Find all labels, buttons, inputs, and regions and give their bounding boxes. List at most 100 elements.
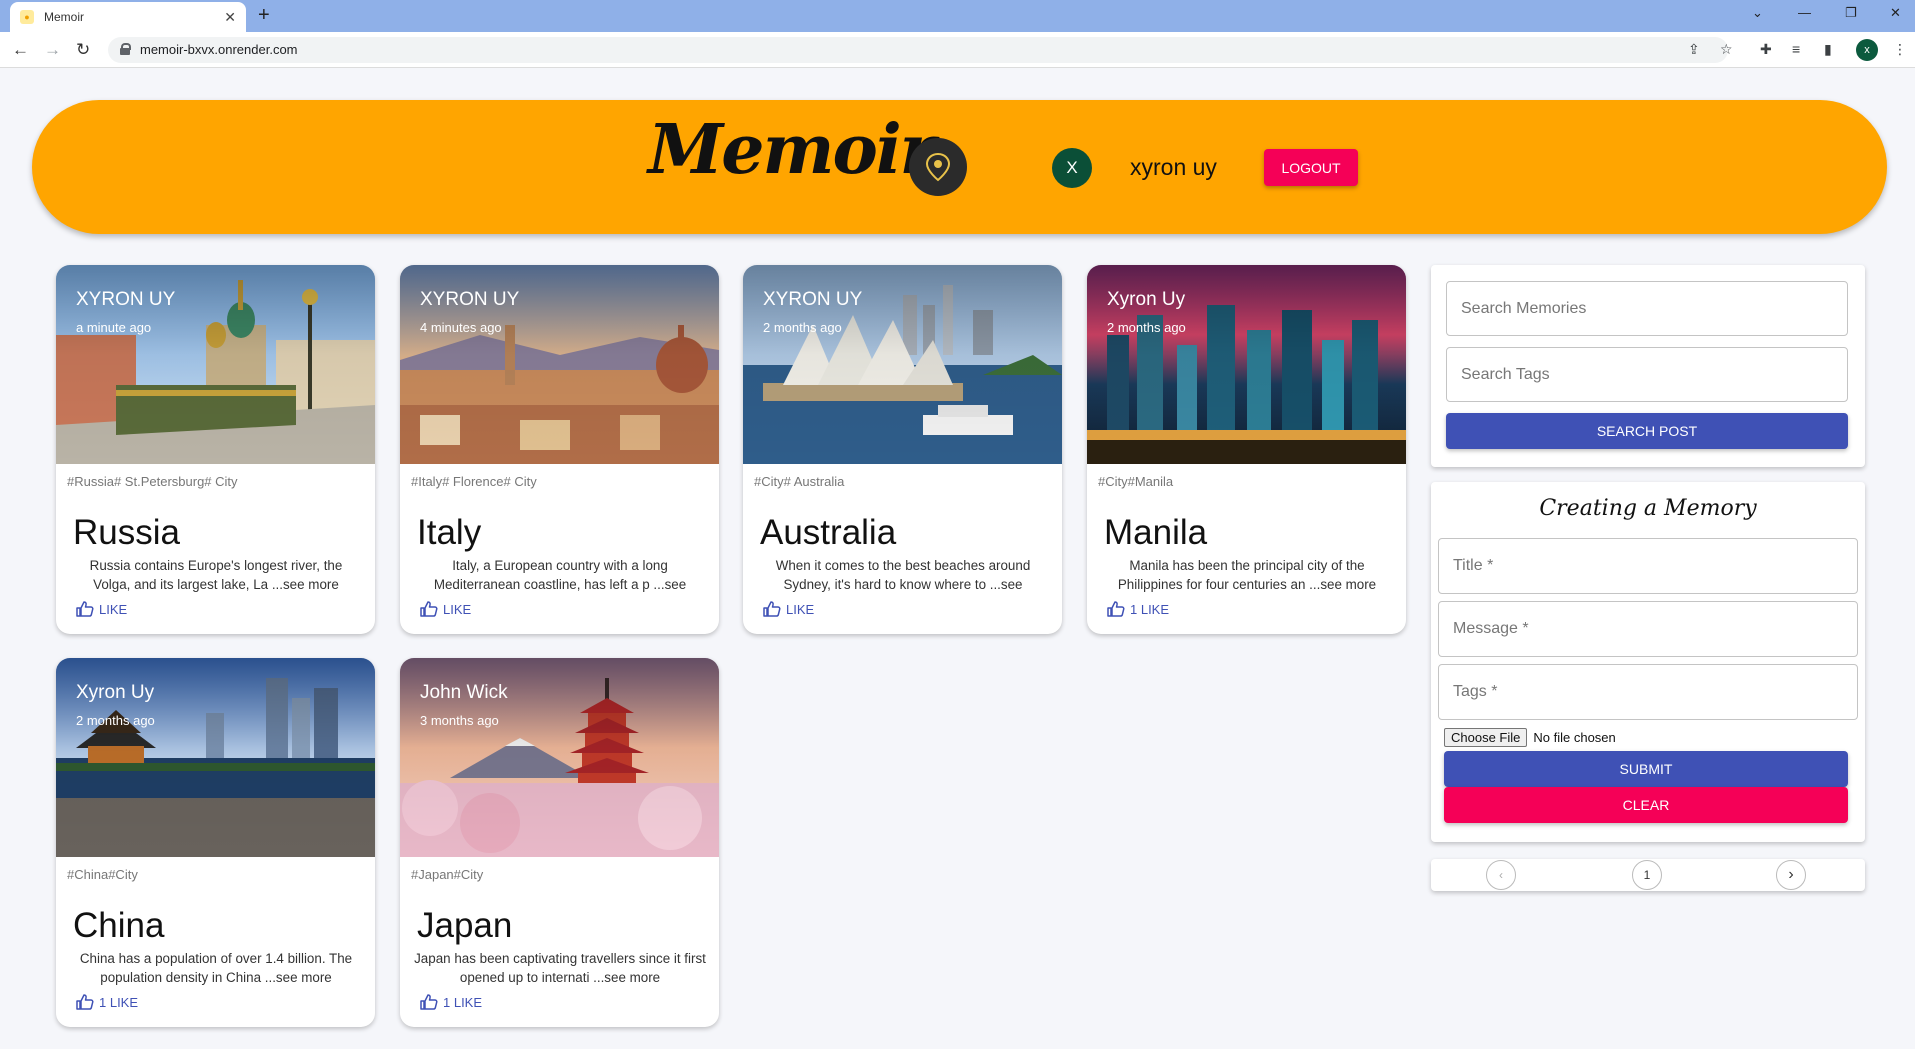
post-title: Japan (417, 906, 513, 945)
post-card[interactable]: Xyron Uy 2 months ago #China#City China … (56, 658, 375, 1027)
user-avatar: X (1052, 148, 1092, 188)
page-1-button[interactable]: 1 (1632, 860, 1662, 890)
restore-icon[interactable]: ❐ (1845, 5, 1857, 21)
post-title: China (73, 906, 165, 945)
post-tags: #City# Australia (754, 474, 845, 489)
share-icon[interactable]: ⇪ (1688, 41, 1700, 58)
post-card[interactable]: Xyron Uy 2 months ago #City#Manila Manil… (1087, 265, 1406, 634)
choose-file-button[interactable]: Choose File (1444, 728, 1528, 747)
browser-tab[interactable]: ● Memoir ✕ (10, 2, 246, 32)
post-tags: #China#City (67, 867, 138, 882)
tab-search-icon[interactable]: ⌄ (1752, 5, 1763, 21)
thumb-up-icon (76, 601, 94, 617)
forward-icon[interactable]: → (44, 40, 61, 60)
like-count: 1 LIKE (1130, 601, 1170, 617)
thumb-up-icon (76, 994, 94, 1010)
media-icon[interactable]: ≡ (1792, 41, 1800, 57)
reload-icon[interactable]: ↻ (76, 40, 90, 60)
like-count: 1 LIKE (99, 994, 139, 1010)
tab-title: Memoir (44, 10, 85, 24)
browser-tab-strip: ● Memoir ✕ + ⌄ — ❐ ✕ (0, 0, 1915, 32)
post-title: Russia (73, 513, 180, 552)
prev-page-button[interactable]: ‹ (1486, 860, 1516, 890)
close-window-icon[interactable]: ✕ (1890, 5, 1901, 21)
like-count: LIKE (99, 601, 128, 617)
post-card[interactable]: XYRON UY 4 minutes ago #Italy# Florence#… (400, 265, 719, 634)
like-button[interactable]: LIKE (76, 601, 127, 617)
search-tags-input[interactable]: Search Tags (1446, 347, 1848, 402)
submit-button[interactable]: SUBMIT (1444, 751, 1848, 787)
post-time: 2 months ago (1107, 320, 1186, 335)
post-tags: #Japan#City (411, 867, 484, 882)
post-card[interactable]: XYRON UY a minute ago #Russia# St.Peters… (56, 265, 375, 634)
profile-avatar[interactable]: x (1856, 39, 1878, 61)
message-input[interactable]: Message * (1438, 601, 1858, 657)
url-field[interactable]: memoir-bxvx.onrender.com (108, 37, 1728, 63)
thumb-up-icon (1107, 601, 1125, 617)
post-time: 2 months ago (763, 320, 842, 335)
user-name: xyron uy (1130, 154, 1217, 180)
file-status: No file chosen (1533, 730, 1616, 745)
file-upload: Choose File No file chosen (1444, 728, 1616, 747)
like-button[interactable]: LIKE (420, 601, 471, 617)
post-time: 4 minutes ago (420, 320, 502, 335)
thumb-up-icon (763, 601, 781, 617)
post-author: Xyron Uy (76, 682, 155, 703)
app-logo[interactable]: Memoir (648, 110, 935, 190)
like-button[interactable]: LIKE (763, 601, 814, 617)
post-title: Australia (760, 513, 897, 552)
post-message: Russia contains Europe's longest river, … (89, 558, 343, 592)
like-button[interactable]: 1 LIKE (76, 994, 138, 1010)
post-tags: #City#Manila (1098, 474, 1174, 489)
post-tags: #Italy# Florence# City (411, 474, 537, 489)
extensions-icon[interactable]: ✚ (1760, 41, 1772, 58)
thumb-up-icon (420, 994, 438, 1010)
post-author: XYRON UY (420, 289, 520, 310)
like-button[interactable]: 1 LIKE (420, 994, 482, 1010)
post-message: Manila has been the principal city of th… (1117, 558, 1377, 592)
pagination: ‹ 1 › (1431, 859, 1865, 891)
side-panel-icon[interactable]: ▮ (1824, 41, 1832, 58)
post-time: 2 months ago (76, 713, 155, 728)
like-button[interactable]: 1 LIKE (1107, 601, 1169, 617)
search-post-button[interactable]: SEARCH POST (1446, 413, 1848, 449)
post-message: Italy, a European country with a long Me… (433, 558, 687, 592)
favicon-icon: ● (20, 10, 34, 24)
post-message: China has a population of over 1.4 billi… (79, 951, 353, 985)
post-message: When it comes to the best beaches around… (775, 558, 1031, 592)
address-bar-row: ← → ↻ memoir-bxvx.onrender.com ⇪ ☆ ✚ ≡ ▮… (0, 32, 1915, 68)
post-card[interactable]: XYRON UY 2 months ago #City# Australia A… (743, 265, 1062, 634)
memory-pin-icon (909, 138, 967, 196)
thumb-up-icon (420, 601, 438, 617)
clear-button[interactable]: CLEAR (1444, 787, 1848, 823)
post-time: 3 months ago (420, 713, 499, 728)
post-tags: #Russia# St.Petersburg# City (67, 474, 238, 489)
post-author: XYRON UY (763, 289, 863, 310)
logout-button[interactable]: LOGOUT (1264, 149, 1358, 186)
tab-close-icon[interactable]: ✕ (224, 9, 236, 26)
app-header: Memoir X xyron uy LOGOUT (32, 100, 1887, 234)
like-count: LIKE (443, 601, 472, 617)
lock-icon[interactable] (120, 43, 131, 55)
post-title: Manila (1104, 513, 1208, 552)
search-memories-input[interactable]: Search Memories (1446, 281, 1848, 336)
minimize-icon[interactable]: — (1798, 5, 1811, 20)
post-author: XYRON UY (76, 289, 176, 310)
post-card[interactable]: John Wick 3 months ago #Japan#City Japan… (400, 658, 719, 1027)
post-title: Italy (417, 513, 482, 552)
post-time: a minute ago (76, 320, 152, 335)
new-tab-button[interactable]: + (258, 4, 270, 27)
back-icon[interactable]: ← (12, 40, 29, 60)
next-page-button[interactable]: › (1776, 860, 1806, 890)
post-author: Xyron Uy (1107, 289, 1186, 310)
post-message: Japan has been captivating travellers si… (414, 951, 706, 985)
title-input[interactable]: Title * (1438, 538, 1858, 594)
tags-input[interactable]: Tags * (1438, 664, 1858, 720)
post-author: John Wick (420, 682, 508, 703)
like-count: LIKE (786, 601, 815, 617)
search-panel: Search Memories Search Tags SEARCH POST (1431, 265, 1865, 467)
bookmark-star-icon[interactable]: ☆ (1720, 41, 1733, 58)
form-heading: Creating a Memory (1539, 496, 1757, 521)
menu-kebab-icon[interactable]: ⋮ (1893, 41, 1907, 58)
like-count: 1 LIKE (443, 994, 483, 1010)
